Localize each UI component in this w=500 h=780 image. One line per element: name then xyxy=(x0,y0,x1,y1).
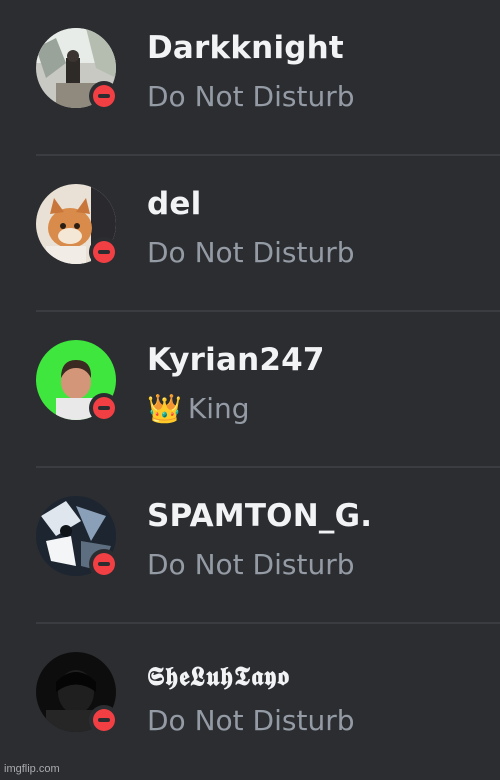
watermark: imgflip.com xyxy=(4,763,60,775)
do-not-disturb-icon xyxy=(89,393,119,423)
member-status: 👑 King xyxy=(147,392,250,425)
avatar[interactable] xyxy=(36,28,119,111)
member-status: Do Not Disturb xyxy=(147,548,355,581)
member-name: del xyxy=(147,186,202,222)
do-not-disturb-icon xyxy=(89,237,119,267)
member-row-del[interactable]: del Do Not Disturb xyxy=(0,156,500,312)
member-status-text: King xyxy=(187,392,250,425)
member-name: Darkknight xyxy=(147,30,344,66)
do-not-disturb-icon xyxy=(89,549,119,579)
member-status: Do Not Disturb xyxy=(147,704,355,737)
member-row-kyrian247[interactable]: Kyrian247 👑 King xyxy=(0,312,500,468)
crown-icon: 👑 xyxy=(147,392,182,425)
member-status: Do Not Disturb xyxy=(147,236,355,269)
avatar[interactable] xyxy=(36,340,119,423)
avatar[interactable] xyxy=(36,496,119,579)
member-status: Do Not Disturb xyxy=(147,80,355,113)
do-not-disturb-icon xyxy=(89,81,119,111)
avatar[interactable] xyxy=(36,652,119,735)
member-name: SPAMTON_G. xyxy=(147,498,373,534)
avatar[interactable] xyxy=(36,184,119,267)
do-not-disturb-icon xyxy=(89,705,119,735)
member-row-sheluhtayo[interactable]: 𝕾𝖍𝖊𝕷𝖚𝖍𝕿𝖆𝖞𝖔 Do Not Disturb xyxy=(0,624,500,780)
member-name: Kyrian247 xyxy=(147,342,325,378)
member-row-darkknight[interactable]: Darkknight Do Not Disturb xyxy=(0,0,500,156)
member-name: 𝕾𝖍𝖊𝕷𝖚𝖍𝕿𝖆𝖞𝖔 xyxy=(147,662,291,692)
member-row-spamton[interactable]: SPAMTON_G. Do Not Disturb xyxy=(0,468,500,624)
